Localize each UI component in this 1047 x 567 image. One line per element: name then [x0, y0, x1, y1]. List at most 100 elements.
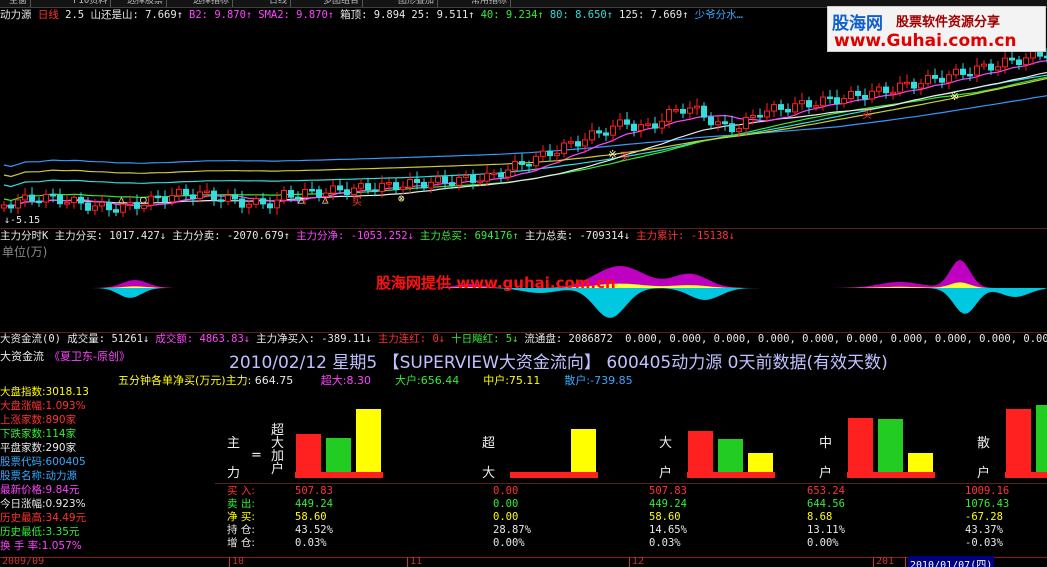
stat-value: 34.49元: [45, 512, 87, 524]
group-label-bottom: 户: [659, 466, 673, 481]
candle: [400, 186, 406, 190]
group-label-bottom: 大: [482, 466, 496, 481]
candle: [169, 195, 175, 203]
group-baseline: [510, 472, 598, 478]
candle: [204, 190, 210, 194]
candle: [386, 182, 392, 185]
stat-label: 换 手 率:: [0, 540, 42, 552]
toolbar-tab[interactable]: F10资料: [70, 0, 112, 7]
signal-marker: ⊗: [398, 192, 405, 205]
indicator-item: 成交量: 51261↓: [67, 333, 150, 345]
candle: [750, 115, 756, 118]
candle: [946, 74, 952, 83]
candle: [834, 97, 840, 105]
candle: [29, 194, 35, 202]
signal-marker: ※: [608, 148, 617, 161]
note: 0天前数据(有效天数): [727, 353, 888, 373]
market-stat-row: 换 手 率:1.057%: [0, 540, 215, 552]
panel-name: 大资金流: [0, 350, 44, 363]
candle: [162, 196, 168, 203]
signal-marker: ※: [950, 90, 959, 103]
candle: [155, 195, 161, 199]
toolbar-tab[interactable]: 日线: [266, 0, 292, 7]
kline-header: 动力源 日线 2.5 山还是山: 7.669↑ B2: 9.870↑ SMA2: 9…: [0, 9, 749, 22]
toolbar-tab[interactable]: 主窗: [6, 0, 32, 7]
stat-label: 股票代码:: [0, 456, 46, 468]
date: 2010/02/12: [229, 353, 327, 373]
stats-cell: 1076.43: [965, 498, 1010, 510]
candle: [680, 109, 686, 114]
market-stat-row: 股票代码:600405: [0, 456, 215, 468]
market-stat-row: 平盘家数:290家: [0, 442, 215, 454]
candle: [435, 176, 441, 183]
candle: [827, 96, 833, 100]
market-stat-row: 大盘指数:3018.13: [0, 386, 215, 398]
toolbar-tab[interactable]: 常用指标: [468, 0, 512, 7]
stats-cell: 0.00%: [493, 537, 525, 549]
candle: [421, 181, 427, 189]
candle: [596, 130, 602, 134]
candle: [442, 176, 448, 184]
indicator-item: 主力总卖: -709314↓: [524, 230, 631, 242]
candle: [498, 172, 504, 178]
indicator-item: 箱顶: 9.894: [340, 9, 406, 21]
low-price-label: ↓-5.15: [4, 215, 41, 226]
stats-cell: 0.00: [493, 485, 519, 497]
money-title: 大资金流(0): [0, 333, 61, 345]
stats-cell: -67.28: [965, 511, 1003, 523]
guhai-banner[interactable]: 股海网 股票软件资源分享 www.Guhai.com.cn: [827, 6, 1046, 52]
market-stat-row: 历史最高:34.49元: [0, 512, 215, 524]
candle: [309, 188, 315, 192]
stats-cell: 507.83: [295, 485, 333, 497]
stat-label: 大盘指数:: [0, 386, 46, 398]
panel-title-line: 2010/02/12 星期5 【SUPERVIEW大资金流向】 600405动力…: [229, 348, 888, 373]
axis-tick: [229, 557, 230, 567]
candle: [911, 81, 917, 89]
candle: [260, 198, 266, 205]
candle: [22, 194, 28, 201]
candle: [981, 63, 987, 67]
group-label-bottom: 户: [977, 466, 991, 481]
stat-label: 平盘家数:: [0, 442, 46, 454]
candle: [694, 105, 700, 109]
period-label[interactable]: 日线: [38, 9, 59, 21]
candle: [414, 179, 420, 183]
indicator-item: 主力分买: 1017.427↓: [54, 230, 167, 242]
candle: [652, 123, 658, 129]
author: 《夏卫东-原创》: [49, 350, 130, 363]
indicator-item: B2: 9.870↑: [189, 9, 253, 21]
stat-label: 股票名称:: [0, 470, 46, 482]
indicator-item: 主力总买: 694176↑: [419, 230, 519, 242]
toolbar-tab[interactable]: 选择股票: [124, 0, 168, 7]
stats-cell: 449.24: [649, 498, 687, 510]
toolbar-tab[interactable]: 图形叠加: [395, 0, 439, 7]
stat-value: 1.057%: [41, 540, 82, 552]
candle: [379, 182, 385, 192]
candle: [624, 119, 630, 125]
stats-table: 买 入: 卖 出: 净 买: 持 仓: 增 仓: 507.83 449.24 58.60 43.…: [215, 484, 1047, 556]
signal-marker: △: [298, 193, 305, 206]
toolbar-tab[interactable]: 多图组合: [320, 0, 364, 7]
money-header: 大资金流(0) 成交量: 51261↓ 成交额: 4863.83↓ 主力净买入: -…: [0, 333, 1047, 346]
buy-bar: [847, 417, 874, 476]
candle: [43, 193, 49, 203]
candle: [1030, 50, 1036, 59]
market-sidebar: 大盘指数:3018.13 大盘涨幅:1.093% 上涨家数:890家 下跌家数:114…: [0, 386, 215, 556]
group-label-bottom: 力: [227, 466, 241, 481]
candle: [253, 198, 259, 205]
stats-cell: 644.56: [807, 498, 845, 510]
candle: [701, 105, 707, 118]
axis-label: 201: [876, 556, 895, 567]
candle: [925, 75, 931, 85]
candle: [645, 123, 651, 126]
stats-cell: 0.00%: [807, 537, 839, 549]
toolbar-tab[interactable]: 选择指标: [190, 0, 234, 7]
candle: [743, 116, 749, 130]
candle: [540, 150, 546, 157]
stat-label: 上涨家数:: [0, 414, 46, 426]
group-mid: 中户: [807, 386, 967, 484]
candle: [855, 90, 861, 96]
candle: [932, 75, 938, 79]
indicator-item: 25: 9.511↑: [411, 9, 475, 21]
candle: [736, 128, 742, 133]
